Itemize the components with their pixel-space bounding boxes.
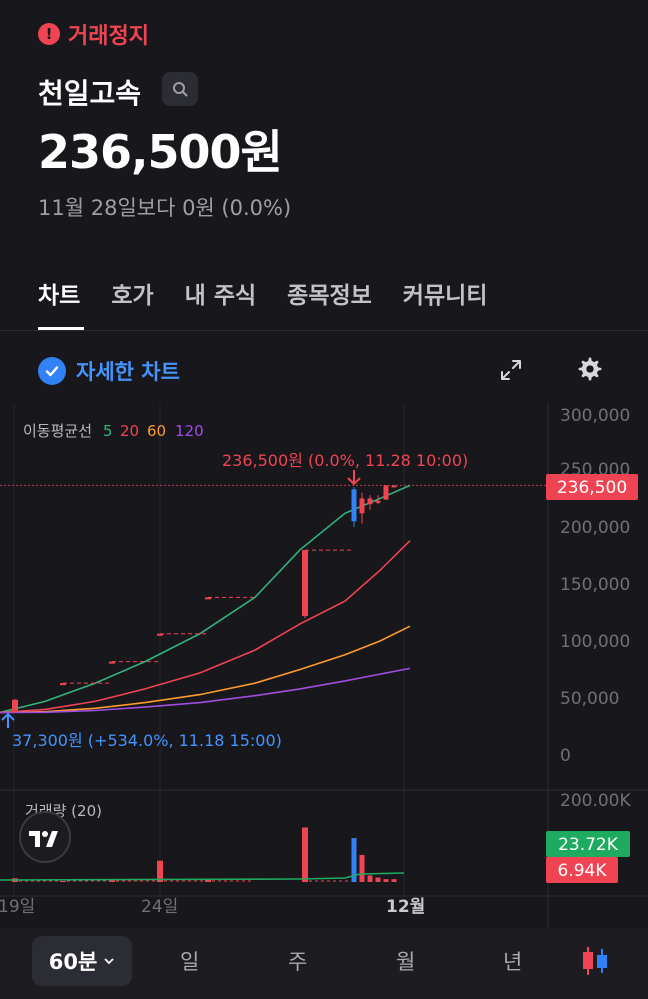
period-60min-label: 60분 bbox=[48, 950, 98, 974]
high-annotation: 236,500원 (0.0%, 11.28 10:00) bbox=[222, 451, 468, 470]
period-week-button[interactable]: 주 bbox=[288, 946, 307, 976]
candles bbox=[12, 485, 397, 713]
volume-bar bbox=[359, 854, 365, 882]
tab-orderbook[interactable]: 호가 bbox=[111, 276, 153, 310]
volume-bar bbox=[383, 879, 389, 882]
volume-last-tag: 6.94K bbox=[558, 861, 608, 881]
ma-title: 이동평균선 bbox=[23, 422, 92, 440]
x-tick: 19일 bbox=[0, 897, 35, 917]
x-tick: 24일 bbox=[141, 897, 178, 917]
y-tick: 0 bbox=[560, 746, 571, 766]
expand-icon[interactable] bbox=[499, 358, 523, 382]
trading-halt-status: ! 거래정지 bbox=[38, 18, 149, 50]
ma-line-120 bbox=[0, 667, 411, 714]
current-price: 236,500원 bbox=[38, 125, 283, 179]
trading-halt-label: 거래정지 bbox=[68, 24, 149, 49]
arrow-up-icon bbox=[1, 712, 15, 728]
gear-icon[interactable] bbox=[577, 356, 603, 382]
search-icon bbox=[173, 82, 188, 97]
detailed-chart-toggle[interactable]: 자세한 차트 bbox=[38, 356, 180, 386]
arrow-down-icon bbox=[347, 470, 361, 486]
ma-legend-5: 5 bbox=[103, 422, 113, 440]
tab-stock-info[interactable]: 종목정보 bbox=[287, 276, 372, 310]
search-button[interactable] bbox=[162, 72, 198, 106]
period-month-button[interactable]: 월 bbox=[396, 946, 415, 976]
y-tick: 150,000 bbox=[560, 575, 630, 595]
tab-my-stock[interactable]: 내 주식 bbox=[185, 276, 257, 310]
period-60min-button[interactable]: 60분 bbox=[32, 936, 132, 986]
candle-body bbox=[351, 489, 357, 522]
volume-bar bbox=[375, 877, 381, 882]
tab-chart[interactable]: 차트 bbox=[38, 276, 80, 310]
ma-legend-60: 60 bbox=[147, 422, 166, 440]
stock-name: 천일고속 bbox=[38, 77, 142, 110]
tab-community[interactable]: 커뮤니티 bbox=[403, 276, 488, 310]
volume-max-tick: 200.00K bbox=[560, 791, 631, 811]
ma-legend-120: 120 bbox=[175, 422, 204, 440]
ma-line-60 bbox=[0, 625, 411, 714]
volume-bar bbox=[367, 875, 373, 882]
chevron-down-icon bbox=[104, 958, 114, 965]
current-price-tag: 236,500 bbox=[557, 478, 627, 498]
candle-body bbox=[375, 500, 381, 503]
candle-body bbox=[367, 498, 373, 505]
period-year-button[interactable]: 년 bbox=[503, 946, 522, 976]
candlestick-icon[interactable] bbox=[580, 944, 610, 978]
divider bbox=[0, 330, 648, 331]
ma-legend-20: 20 bbox=[120, 422, 139, 440]
volume-bar bbox=[391, 879, 397, 882]
x-tick: 12월 bbox=[386, 897, 425, 917]
volume-ma-line bbox=[0, 872, 405, 881]
volume-bar bbox=[302, 827, 308, 882]
volume-bar bbox=[60, 880, 66, 882]
volume-ma-tag: 23.72K bbox=[558, 835, 619, 855]
check-icon bbox=[38, 357, 66, 385]
candle-body bbox=[359, 498, 365, 514]
y-tick: 50,000 bbox=[560, 689, 619, 709]
y-tick: 100,000 bbox=[560, 632, 630, 652]
exclamation-icon: ! bbox=[38, 23, 60, 45]
low-annotation: 37,300원 (+534.0%, 11.18 15:00) bbox=[12, 731, 282, 750]
period-day-button[interactable]: 일 bbox=[180, 946, 199, 976]
ma-line-20 bbox=[0, 540, 411, 714]
candle-body bbox=[302, 550, 308, 616]
candle-body bbox=[12, 699, 18, 713]
y-tick: 200,000 bbox=[560, 518, 630, 538]
volume-bar bbox=[109, 880, 115, 882]
price-chart[interactable]: 이동평균선 5 20 60 120 300,000 250,000 200,00… bbox=[0, 404, 648, 928]
candle-body bbox=[391, 485, 397, 488]
detailed-chart-label: 자세한 차트 bbox=[76, 360, 180, 384]
candle-body bbox=[383, 485, 389, 500]
tradingview-logo bbox=[19, 811, 71, 863]
y-tick: 300,000 bbox=[560, 406, 630, 426]
tab-bar: 차트 호가 내 주식 종목정보 커뮤니티 bbox=[38, 276, 487, 310]
price-change: 11월 28일보다 0원 (0.0%) bbox=[38, 196, 292, 220]
